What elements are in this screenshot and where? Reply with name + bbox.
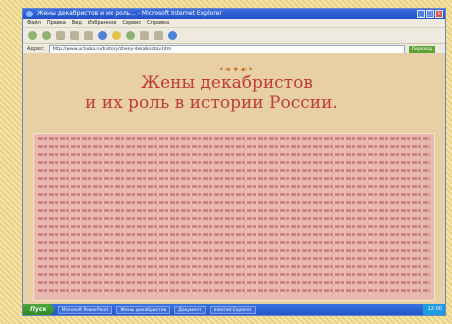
page-title-line1: Жены декабристов [141,73,313,93]
menu-bar: Файл Правка Вид Избранное Сервис Справка [23,19,445,28]
print-icon[interactable] [154,31,163,40]
text-line [38,217,430,220]
address-label: Адрес: [27,46,45,52]
text-line [38,209,430,212]
menu-edit[interactable]: Правка [47,19,66,27]
text-line [38,201,430,204]
search-icon[interactable] [98,31,107,40]
text-line [38,177,430,180]
close-button[interactable]: × [435,10,443,18]
forward-icon[interactable] [42,31,51,40]
taskbar-item[interactable]: Жены декабристов [116,305,171,314]
refresh-icon[interactable] [70,31,79,40]
text-line [38,273,430,276]
text-line [38,145,430,148]
window-title: Жены декабристов и их роль... - Microsof… [37,10,222,17]
mail-icon[interactable] [140,31,149,40]
home-icon[interactable] [84,31,93,40]
taskbar: Пуск Microsoft PowerPoint Жены декабрист… [23,304,445,315]
text-line [38,257,430,260]
ie-icon [26,11,33,17]
text-line [38,193,430,196]
article-text-block [33,133,435,301]
history-icon[interactable] [126,31,135,40]
text-line [38,169,430,172]
minimize-button[interactable]: _ [417,10,425,18]
text-line [38,233,430,236]
browser-window: Жены декабристов и их роль... - Microsof… [22,8,446,316]
title-bar: Жены декабристов и их роль... - Microsof… [23,9,445,19]
favorites-icon[interactable] [112,31,121,40]
taskbar-item[interactable]: Internet Explorer [209,305,256,314]
stop-icon[interactable] [56,31,65,40]
text-line [38,249,430,252]
text-line [38,225,430,228]
system-tray-clock: 12:00 [422,304,445,315]
text-line [38,241,430,244]
taskbar-item[interactable]: Документ [174,305,206,314]
text-line [38,161,430,164]
menu-view[interactable]: Вид [72,19,82,27]
text-line [38,137,430,140]
text-line [38,265,430,268]
web-page: •❧✦☙• Жены декабристов и их роль в истор… [23,53,445,305]
menu-help[interactable]: Справка [147,19,169,27]
menu-tools[interactable]: Сервис [122,19,141,27]
text-line [38,185,430,188]
back-icon[interactable] [28,31,37,40]
menu-file[interactable]: Файл [27,19,41,27]
go-button[interactable]: Переход [408,45,435,53]
page-title-line2: и их роль в истории России. [85,93,338,113]
toolbar [23,28,445,44]
menu-favorites[interactable]: Избранное [88,19,116,27]
text-line [38,153,430,156]
taskbar-item[interactable]: Microsoft PowerPoint [57,305,113,314]
text-line [38,289,430,292]
start-button[interactable]: Пуск [23,304,54,315]
window-controls: _ □ × [417,10,443,18]
text-line [38,281,430,284]
edit-icon[interactable] [168,31,177,40]
maximize-button[interactable]: □ [426,10,434,18]
